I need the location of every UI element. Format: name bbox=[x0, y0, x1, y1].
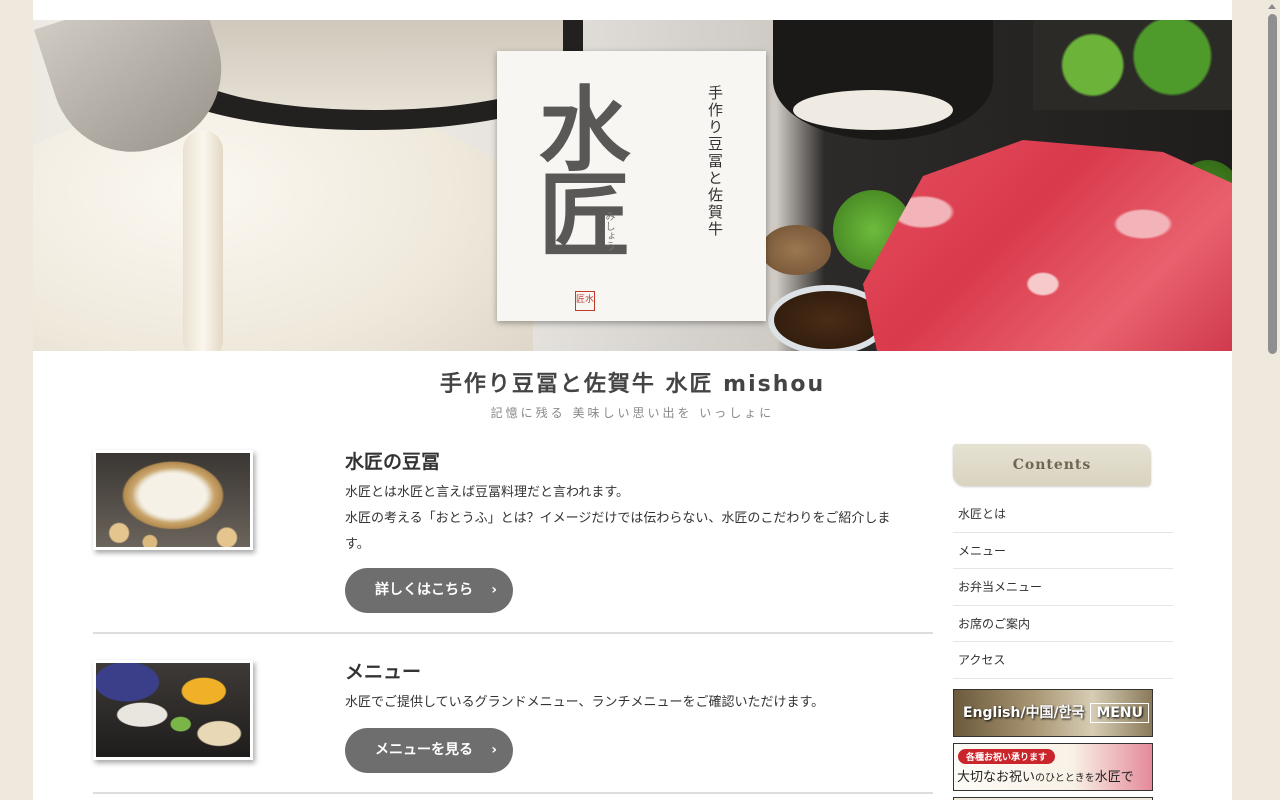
hero-banner: 水匠 手作り豆冨と佐賀牛 みしょう 匠水 bbox=[33, 20, 1232, 351]
section-title[interactable]: 水匠の豆冨 bbox=[345, 450, 935, 474]
scroll-up-icon[interactable] bbox=[1268, 4, 1276, 9]
section-title[interactable]: メニュー bbox=[345, 660, 935, 684]
section-divider bbox=[93, 632, 933, 634]
chevron-right-icon: › bbox=[491, 742, 497, 758]
chevron-right-icon: › bbox=[491, 582, 497, 598]
scrollbar[interactable] bbox=[1265, 0, 1280, 800]
scrollbar-thumb[interactable] bbox=[1268, 14, 1277, 354]
logo[interactable]: 水匠 手作り豆冨と佐賀牛 みしょう 匠水 bbox=[497, 51, 766, 321]
hero-saga-beef bbox=[863, 140, 1232, 351]
contents-heading: Contents bbox=[953, 444, 1151, 486]
english-menu-banner[interactable]: English/中国/한국 MENU bbox=[953, 688, 1153, 737]
sidebar-item-menu[interactable]: メニュー bbox=[953, 533, 1173, 569]
seal-icon: 匠水 bbox=[575, 291, 595, 311]
celebration-banner[interactable]: 各種お祝い承ります 大切なお祝いのひとときを水匠で bbox=[953, 742, 1153, 791]
sidebar-item-seating[interactable]: お席のご案内 bbox=[953, 606, 1173, 642]
page: 水匠 手作り豆冨と佐賀牛 みしょう 匠水 手作り豆冨と佐賀牛 水匠 mishou… bbox=[33, 0, 1232, 800]
sidebar-item-about[interactable]: 水匠とは bbox=[953, 496, 1173, 533]
site-tagline: 記憶に残る 美味しい思い出を いっしょに bbox=[490, 406, 775, 420]
section-text: 水匠でご提供しているグランドメニュー、ランチメニューをご確認いただけます。 bbox=[345, 695, 825, 710]
section-text: 水匠とは水匠と言えば豆冨料理だと言われます。 水匠の考える「おとうふ」とは？イメ… bbox=[345, 485, 891, 552]
tofu-details-button[interactable]: 詳しくはこちら › bbox=[345, 568, 513, 613]
hero-vegetables bbox=[1033, 20, 1232, 110]
site-title: 手作り豆冨と佐賀牛 水匠 mishou bbox=[439, 372, 826, 397]
view-menu-button[interactable]: メニューを見る › bbox=[345, 728, 513, 773]
sidebar-menu: 水匠とは メニュー お弁当メニュー お席のご案内 アクセス bbox=[953, 496, 1173, 679]
menu-thumbnail[interactable] bbox=[93, 660, 253, 760]
logo-reading: みしょう bbox=[603, 211, 614, 251]
sidebar-item-access[interactable]: アクセス bbox=[953, 642, 1173, 679]
tofu-thumbnail[interactable] bbox=[93, 450, 253, 550]
logo-subtitle: 手作り豆冨と佐賀牛 bbox=[706, 85, 724, 238]
sidebar-banner[interactable] bbox=[953, 796, 1153, 800]
sidebar: Contents 水匠とは メニュー お弁当メニュー お席のご案内 アクセス E… bbox=[953, 444, 1173, 800]
sidebar-item-bento[interactable]: お弁当メニュー bbox=[953, 569, 1173, 606]
section-divider bbox=[93, 792, 933, 794]
